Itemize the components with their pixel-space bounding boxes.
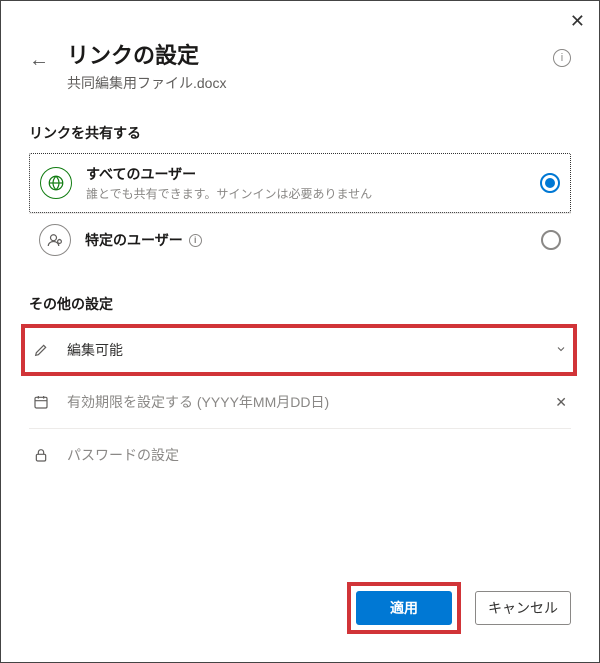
password-row[interactable]: パスワードの設定 (29, 429, 571, 481)
calendar-icon (29, 394, 53, 410)
chevron-down-icon (551, 342, 571, 358)
back-button[interactable]: ← (29, 49, 49, 72)
apply-button[interactable]: 適用 (356, 591, 452, 625)
option-anyone-text: すべてのユーザー 誰とでも共有できます。サインインは必要ありません (86, 164, 540, 202)
option-anyone[interactable]: すべてのユーザー 誰とでも共有できます。サインインは必要ありません (29, 153, 571, 213)
expiry-placeholder: 有効期限を設定する (YYYY年MM月DD日) (67, 392, 551, 412)
radio-anyone[interactable] (540, 173, 560, 193)
title-block: リンクの設定 共同編集用ファイル.docx (67, 43, 553, 93)
option-anyone-desc: 誰とでも共有できます。サインインは必要ありません (86, 185, 540, 202)
share-options: すべてのユーザー 誰とでも共有できます。サインインは必要ありません 特定のユーザ… (1, 153, 599, 266)
option-specific-title: 特定のユーザー (85, 230, 183, 250)
dialog-header: ← リンクの設定 共同編集用ファイル.docx i (1, 1, 599, 117)
edit-permission-label: 編集可能 (67, 340, 551, 360)
option-specific[interactable]: 特定のユーザー i (29, 213, 571, 266)
share-section-label: リンクを共有する (1, 117, 599, 153)
other-section-label: その他の設定 (29, 294, 571, 324)
cancel-button[interactable]: キャンセル (475, 591, 571, 625)
edit-permission-dropdown[interactable]: 編集可能 (29, 328, 571, 372)
pencil-icon (29, 342, 53, 358)
file-name: 共同編集用ファイル.docx (67, 73, 553, 93)
expiry-row[interactable]: 有効期限を設定する (YYYY年MM月DD日) ✕ (29, 376, 571, 429)
lock-icon (29, 447, 53, 463)
dialog-footer: 適用 キャンセル (347, 582, 571, 634)
radio-specific[interactable] (541, 230, 561, 250)
highlight-apply-button: 適用 (347, 582, 461, 634)
info-icon[interactable]: i (189, 234, 202, 247)
clear-expiry-button[interactable]: ✕ (551, 394, 571, 411)
people-icon (39, 224, 71, 256)
other-settings: その他の設定 編集可能 有効期限を設定する (YYYY年MM月DD日) ✕ (1, 266, 599, 481)
dialog-title: リンクの設定 (67, 43, 553, 69)
info-icon[interactable]: i (553, 49, 571, 67)
option-specific-text: 特定のユーザー i (85, 230, 541, 250)
globe-icon (40, 167, 72, 199)
close-button[interactable]: ✕ (570, 11, 585, 32)
password-placeholder: パスワードの設定 (67, 445, 571, 465)
highlight-edit-permission: 編集可能 (21, 324, 577, 376)
option-anyone-title: すべてのユーザー (86, 164, 540, 184)
